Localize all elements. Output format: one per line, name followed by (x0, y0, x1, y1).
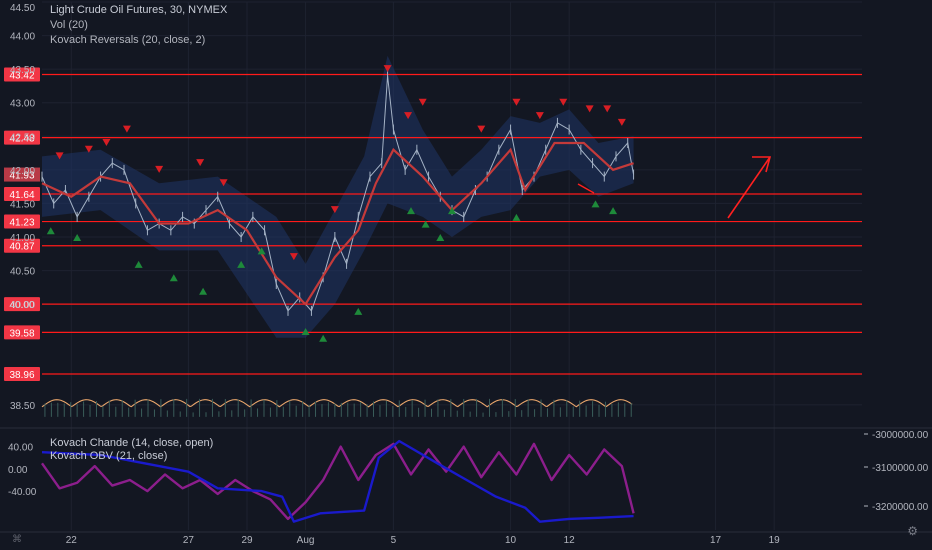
sub-right-tick: -3100000.00 (872, 463, 929, 474)
y-tick-label: 44.00 (10, 32, 35, 43)
tv-logo-icon[interactable]: ⌘ (12, 534, 28, 546)
sub-left-tick: 40.00 (8, 443, 33, 454)
x-tick-label: Aug (297, 535, 315, 546)
vol-legend: Vol (20) (50, 19, 88, 31)
x-tick-label: 17 (710, 535, 722, 546)
symbol-legend: Light Crude Oil Futures, 30, NYMEX (50, 4, 228, 16)
sub-left-tick: 0.00 (8, 465, 28, 476)
y-tick-label: 43.00 (10, 99, 35, 110)
x-tick-label: 12 (564, 535, 576, 546)
chande-legend: Kovach Chande (14, close, open) (50, 437, 214, 449)
x-tick-label: 10 (505, 535, 517, 546)
y-tick-label: 40.50 (10, 267, 35, 278)
level-label: 39.58 (9, 328, 34, 339)
y-tick-label: 42.00 (10, 166, 35, 177)
sub-right-tick: -3000000.00 (872, 430, 929, 441)
gear-icon[interactable]: ⚙ (907, 524, 918, 538)
y-tick-label: 43.50 (10, 65, 35, 76)
chart-canvas: 43.4242.4841.6441.2340.8740.0039.5838.96… (0, 0, 932, 550)
level-label: 41.23 (9, 218, 34, 229)
y-tick-label: 41.50 (10, 199, 35, 210)
x-tick-label: 22 (66, 535, 78, 546)
sub-left-tick: -40.00 (8, 487, 37, 498)
sub-right-tick: -3200000.00 (872, 502, 929, 513)
obv-legend: Kovach OBV (21, close) (50, 450, 168, 462)
y-tick-label: 38.50 (10, 401, 35, 412)
reversals-legend: Kovach Reversals (20, close, 2) (50, 34, 206, 46)
level-label: 38.96 (9, 370, 34, 381)
y-tick-label: 40.00 (10, 300, 35, 311)
y-tick-label: 41.00 (10, 233, 35, 244)
x-tick-label: 19 (769, 535, 781, 546)
x-tick-label: 5 (391, 535, 397, 546)
y-tick-label: 42.50 (10, 132, 35, 143)
chart-background (0, 0, 932, 550)
x-tick-label: 29 (241, 535, 253, 546)
x-tick-label: 27 (183, 535, 195, 546)
y-tick-label: 44.50 (10, 3, 35, 14)
